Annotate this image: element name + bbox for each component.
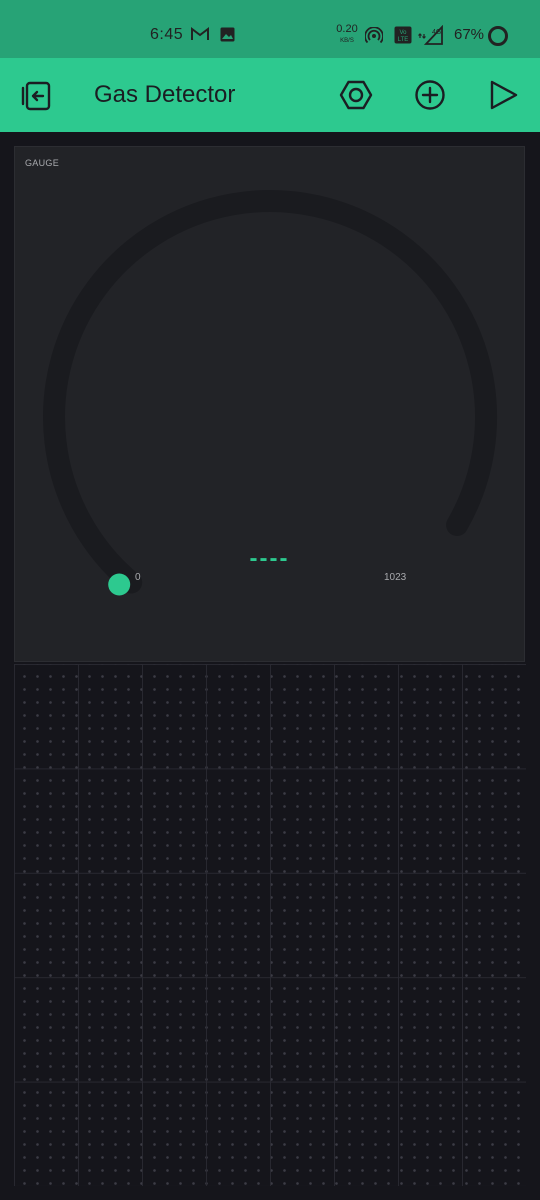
gmail-icon	[191, 27, 209, 40]
play-icon[interactable]	[484, 76, 522, 114]
canvas-grid	[14, 664, 526, 1186]
gauge-graphic	[43, 190, 497, 596]
hotspot-icon	[365, 27, 383, 44]
plus-circle-icon[interactable]	[411, 76, 449, 114]
gauge-min-label: 0	[135, 572, 141, 583]
svg-text:4G: 4G	[432, 29, 441, 36]
gallery-icon	[220, 27, 235, 42]
svg-text:LTE: LTE	[398, 37, 409, 43]
network-speed: 0.20 KB/S	[336, 23, 358, 45]
gauge-max-label: 1023	[384, 572, 407, 583]
hexagon-nut-icon[interactable]	[337, 76, 375, 114]
exit-project-icon[interactable]	[18, 76, 56, 114]
gauge-widget[interactable]: GAUGE ---- 0 1023	[14, 146, 525, 662]
gauge-indicator	[108, 573, 131, 596]
page-title: Gas Detector	[94, 81, 236, 108]
app-bar: Gas Detector	[0, 58, 540, 132]
svg-text:Vo: Vo	[399, 30, 407, 36]
status-time: 6:45	[150, 26, 184, 43]
volte-icon: Vo LTE	[394, 26, 412, 44]
status-bar: 6:45 0.20 KB/S Vo LTE 4G 67%	[0, 0, 540, 58]
battery-percent: 67%	[454, 26, 485, 43]
gauge-value: ----	[249, 545, 290, 572]
signal-4g-icon: 4G	[418, 25, 443, 45]
battery-ring-icon	[488, 26, 508, 46]
gauge-track	[43, 190, 497, 594]
